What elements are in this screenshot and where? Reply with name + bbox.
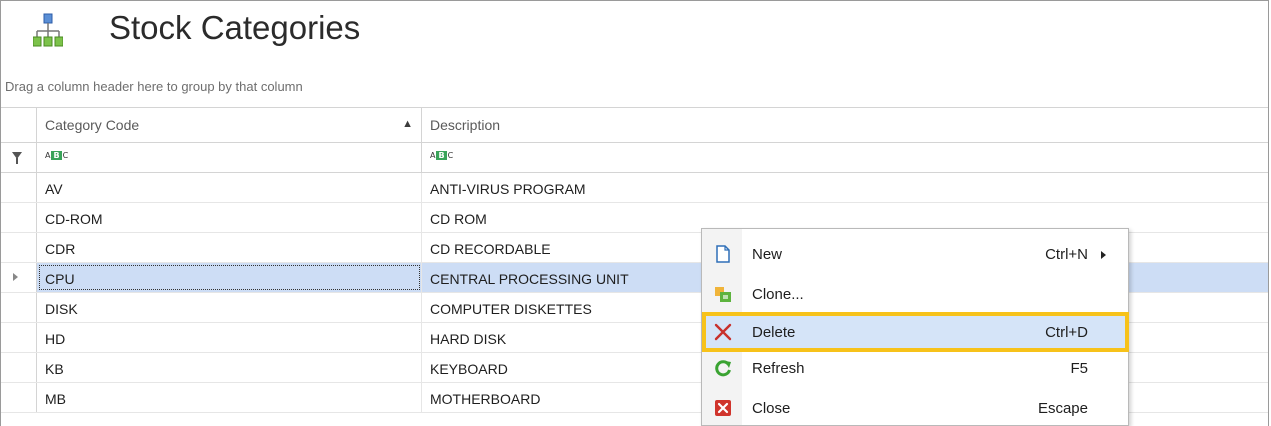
hierarchy-icon — [32, 13, 64, 49]
menu-item-delete[interactable]: Delete Ctrl+D — [702, 316, 1128, 350]
clone-icon — [714, 285, 732, 303]
header-indicator-cell — [1, 108, 37, 142]
menu-item-new[interactable]: New Ctrl+N — [702, 238, 1128, 272]
new-document-icon — [714, 245, 732, 263]
cell-description[interactable]: ANTI-VIRUS PROGRAM — [422, 173, 1268, 202]
auto-filter-row: ABC ABC — [1, 143, 1268, 173]
filter-icon — [12, 152, 22, 164]
cell-category-code[interactable]: CPU — [37, 263, 422, 292]
cell-category-code[interactable]: CDR — [37, 233, 422, 262]
row-indicator[interactable] — [1, 263, 37, 292]
column-header-label: Category Code — [45, 117, 140, 133]
menu-item-label: New — [752, 246, 783, 263]
menu-item-shortcut: Escape — [1037, 400, 1088, 417]
filter-indicator-cell[interactable] — [1, 143, 37, 172]
menu-item-label: Refresh — [752, 360, 805, 377]
menu-item-shortcut: F5 — [1070, 360, 1088, 377]
row-indicator[interactable] — [1, 203, 37, 232]
menu-item-label: Delete — [752, 324, 796, 341]
abc-text-filter-icon: ABC — [430, 151, 454, 160]
cell-category-code[interactable]: KB — [37, 353, 422, 382]
delete-x-icon — [714, 323, 732, 341]
context-menu: New Ctrl+N Clone... Delete Ctrl+D Refres… — [701, 228, 1129, 426]
menu-item-shortcut: Ctrl+D — [1045, 324, 1088, 341]
menu-item-close[interactable]: Close Escape — [702, 392, 1128, 426]
column-header-category-code[interactable]: Category Code ▲ — [37, 108, 422, 142]
row-indicator[interactable] — [1, 323, 37, 352]
cell-category-code[interactable]: MB — [37, 383, 422, 412]
column-header-label: Description — [430, 117, 501, 133]
focused-row-arrow-icon — [13, 273, 18, 281]
cell-category-code[interactable]: HD — [37, 323, 422, 352]
menu-item-shortcut: Ctrl+N — [1045, 246, 1088, 263]
column-header-row: Category Code ▲ Description — [1, 107, 1268, 143]
abc-text-filter-icon: ABC — [45, 151, 69, 160]
submenu-arrow-icon — [1101, 251, 1106, 259]
page-title: Stock Categories — [109, 9, 361, 46]
table-row[interactable]: AV ANTI-VIRUS PROGRAM — [1, 173, 1268, 203]
refresh-icon — [714, 359, 732, 377]
cell-category-code[interactable]: CD-ROM — [37, 203, 422, 232]
row-indicator[interactable] — [1, 293, 37, 322]
sort-ascending-icon: ▲ — [402, 118, 413, 130]
row-indicator[interactable] — [1, 353, 37, 382]
title-bar: Stock Categories — [1, 1, 1268, 65]
cell-category-code[interactable]: DISK — [37, 293, 422, 322]
group-by-panel[interactable]: Drag a column header here to group by th… — [1, 65, 1268, 107]
menu-item-label: Close — [752, 400, 791, 417]
group-panel-hint: Drag a column header here to group by th… — [5, 79, 303, 94]
close-icon — [714, 399, 732, 417]
cell-category-code[interactable]: AV — [37, 173, 422, 202]
row-indicator[interactable] — [1, 233, 37, 262]
filter-cell-description[interactable]: ABC — [422, 143, 1268, 172]
menu-item-clone[interactable]: Clone... — [702, 278, 1128, 312]
row-indicator[interactable] — [1, 383, 37, 412]
menu-item-label: Clone... — [752, 286, 804, 303]
filter-cell-category-code[interactable]: ABC — [37, 143, 422, 172]
row-indicator[interactable] — [1, 173, 37, 202]
column-header-description[interactable]: Description — [422, 108, 1268, 142]
menu-item-refresh[interactable]: Refresh F5 — [702, 352, 1128, 386]
